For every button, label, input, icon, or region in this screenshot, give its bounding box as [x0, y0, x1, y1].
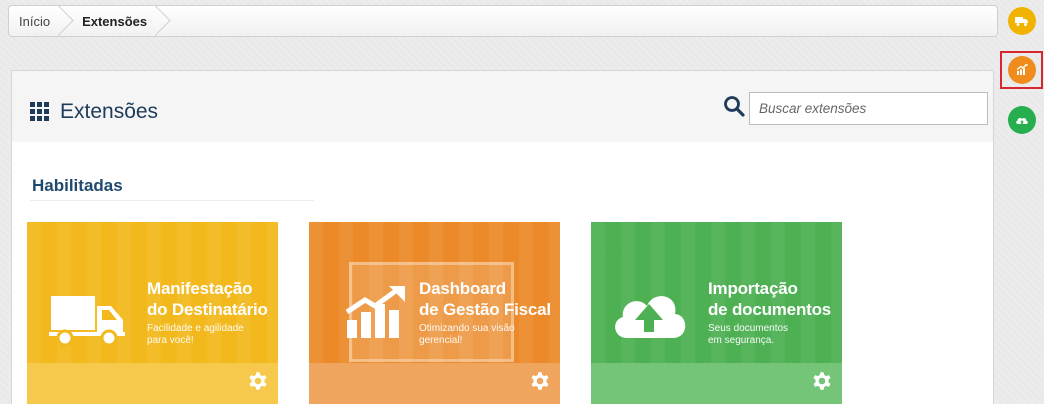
- card-subtitle: Facilidade e agilidade para você!: [147, 323, 244, 347]
- card-subtitle-line: Otimizando sua visão: [419, 323, 515, 334]
- gear-icon[interactable]: [811, 370, 833, 392]
- panel-header: Extensões: [12, 71, 993, 142]
- grid-icon: [30, 102, 49, 121]
- card-subtitle-line: em segurança.: [708, 335, 775, 346]
- dashboard-extension-button[interactable]: [1008, 56, 1036, 84]
- card-footer: [309, 363, 560, 404]
- breadcrumb-separator: [58, 6, 78, 36]
- import-extension-button[interactable]: [1008, 106, 1036, 134]
- card-subtitle-line: para você!: [147, 335, 194, 346]
- extension-card-manifestacao[interactable]: Manifestação do Destinatário Facilidade …: [27, 222, 278, 404]
- card-title: Importação de documentos: [708, 278, 831, 320]
- gear-icon[interactable]: [247, 370, 269, 392]
- card-subtitle-line: Seus documentos: [708, 323, 789, 334]
- breadcrumb-current: Extensões: [68, 6, 165, 36]
- truck-icon: [49, 296, 125, 347]
- card-footer: [27, 363, 278, 404]
- card-title-line: Dashboard: [419, 279, 506, 298]
- extension-card-dashboard[interactable]: Dashboard de Gestão Fiscal Otimizando su…: [309, 222, 560, 404]
- chart-icon: [1016, 64, 1028, 75]
- card-subtitle: Seus documentos em segurança.: [708, 323, 788, 347]
- truck-icon: [1015, 17, 1028, 26]
- card-title: Manifestação do Destinatário: [147, 278, 268, 320]
- extensions-panel: Extensões Habilitadas Manifestação do De…: [11, 70, 994, 404]
- breadcrumb-home-label[interactable]: Início: [19, 14, 50, 29]
- card-title-line: de Gestão Fiscal: [419, 300, 551, 319]
- search-icon[interactable]: [723, 95, 745, 117]
- card-title: Dashboard de Gestão Fiscal: [419, 278, 551, 320]
- card-footer: [591, 363, 842, 404]
- card-subtitle: Otimizando sua visão gerencial!: [419, 323, 515, 347]
- card-title-line: de documentos: [708, 300, 832, 319]
- section-divider: [30, 200, 314, 201]
- chart-icon: [345, 286, 405, 338]
- breadcrumb: Início Extensões: [8, 5, 998, 37]
- search-input[interactable]: [749, 92, 988, 125]
- truck-extension-button[interactable]: [1008, 7, 1036, 35]
- card-title-line: Manifestação: [147, 279, 253, 298]
- cloud-upload-icon: [1016, 118, 1028, 124]
- breadcrumb-separator: [155, 6, 175, 36]
- card-title-line: Importação: [708, 279, 798, 298]
- cloud-upload-icon: [615, 296, 686, 338]
- card-title-line: do Destinatário: [147, 300, 268, 319]
- page-title: Extensões: [60, 100, 159, 123]
- section-title: Habilitadas: [32, 176, 123, 195]
- card-subtitle-line: gerencial!: [419, 335, 463, 346]
- gear-icon[interactable]: [529, 370, 551, 392]
- breadcrumb-current-label: Extensões: [82, 13, 148, 29]
- extension-card-importacao[interactable]: Importação de documentos Seus documentos…: [591, 222, 842, 404]
- breadcrumb-home[interactable]: Início: [9, 6, 68, 36]
- card-subtitle-line: Facilidade e agilidade: [147, 323, 244, 334]
